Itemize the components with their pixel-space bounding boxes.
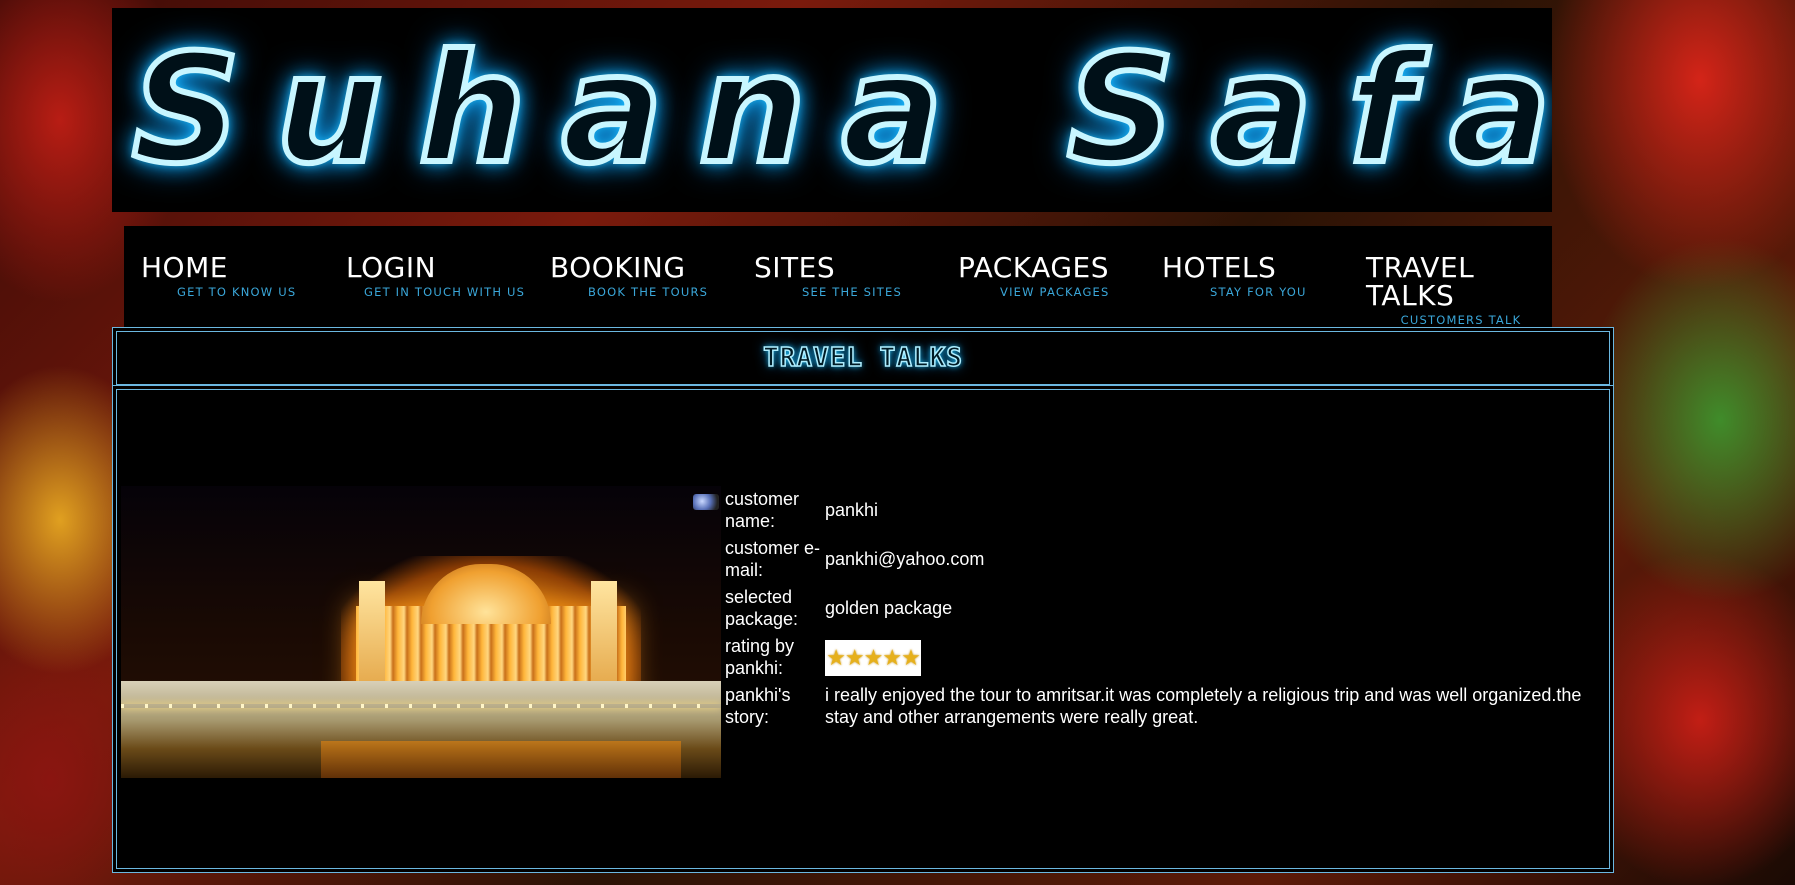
nav-title: HOTELS bbox=[1162, 251, 1277, 284]
customer-email-row: customer e-mail: pankhi@yahoo.com bbox=[725, 537, 1605, 581]
nav-title: SITES bbox=[754, 251, 836, 284]
page-title: TRAVEL TALKS bbox=[762, 342, 963, 374]
story-row: pankhi's story: i really enjoyed the tou… bbox=[725, 684, 1605, 728]
story-text: i really enjoyed the tour to amritsar.it… bbox=[825, 685, 1582, 727]
package-value: golden package bbox=[825, 598, 953, 618]
nav-title: LOGIN bbox=[346, 251, 437, 284]
nav-item-login[interactable]: LOGIN GET IN TOUCH WITH US bbox=[346, 254, 525, 300]
package-row: selected package: golden package bbox=[725, 586, 1605, 630]
nav-subtitle: BOOK THE TOURS bbox=[588, 285, 709, 299]
story-label: pankhi's story: bbox=[725, 685, 791, 727]
customer-name-value: pankhi bbox=[825, 500, 879, 520]
nav-title: TRAVEL TALKS bbox=[1366, 251, 1475, 312]
main-nav: HOME GET TO KNOW US LOGIN GET IN TOUCH W… bbox=[124, 226, 1552, 341]
customer-email-value: pankhi@yahoo.com bbox=[825, 549, 985, 569]
nav-subtitle: VIEW PACKAGES bbox=[1000, 285, 1110, 299]
review-details: customer name: pankhi customer e-mail: p… bbox=[725, 488, 1605, 733]
star-rating-icon: ★★★★★ bbox=[825, 640, 921, 676]
customer-email-label: customer e-mail: bbox=[725, 538, 821, 580]
customer-name-label: customer name: bbox=[725, 489, 800, 531]
rating-cell: ★★★★★ bbox=[825, 635, 1605, 679]
walkway-lights bbox=[121, 704, 721, 708]
rating-label: rating by pankhi: bbox=[725, 636, 795, 678]
nav-title: HOME bbox=[141, 251, 228, 284]
rating-row: rating by pankhi: ★★★★★ bbox=[725, 635, 1605, 679]
review-panel: customer name: pankhi customer e-mail: p… bbox=[112, 385, 1614, 873]
nav-item-booking[interactable]: BOOKING BOOK THE TOURS bbox=[550, 254, 708, 300]
user-avatar-icon bbox=[693, 494, 719, 510]
nav-item-hotels[interactable]: HOTELS STAY FOR YOU bbox=[1162, 254, 1307, 300]
golden-temple-photo bbox=[121, 486, 721, 778]
nav-item-packages[interactable]: PACKAGES VIEW PACKAGES bbox=[958, 254, 1110, 300]
water-reflection bbox=[321, 741, 681, 778]
package-label: selected package: bbox=[725, 587, 799, 629]
nav-item-sites[interactable]: SITES SEE THE SITES bbox=[754, 254, 902, 300]
site-banner: Suhana Safar bbox=[112, 8, 1552, 212]
nav-item-home[interactable]: HOME GET TO KNOW US bbox=[141, 254, 296, 300]
nav-subtitle: GET IN TOUCH WITH US bbox=[364, 285, 526, 299]
site-logo: Suhana Safar bbox=[129, 20, 1552, 200]
nav-subtitle: SEE THE SITES bbox=[802, 285, 902, 299]
nav-title: BOOKING bbox=[550, 251, 686, 284]
section-title-bar: TRAVEL TALKS bbox=[112, 327, 1614, 389]
nav-title: PACKAGES bbox=[958, 251, 1109, 284]
nav-subtitle: GET TO KNOW US bbox=[177, 285, 297, 299]
nav-subtitle: STAY FOR YOU bbox=[1210, 285, 1307, 299]
customer-name-row: customer name: pankhi bbox=[725, 488, 1605, 532]
